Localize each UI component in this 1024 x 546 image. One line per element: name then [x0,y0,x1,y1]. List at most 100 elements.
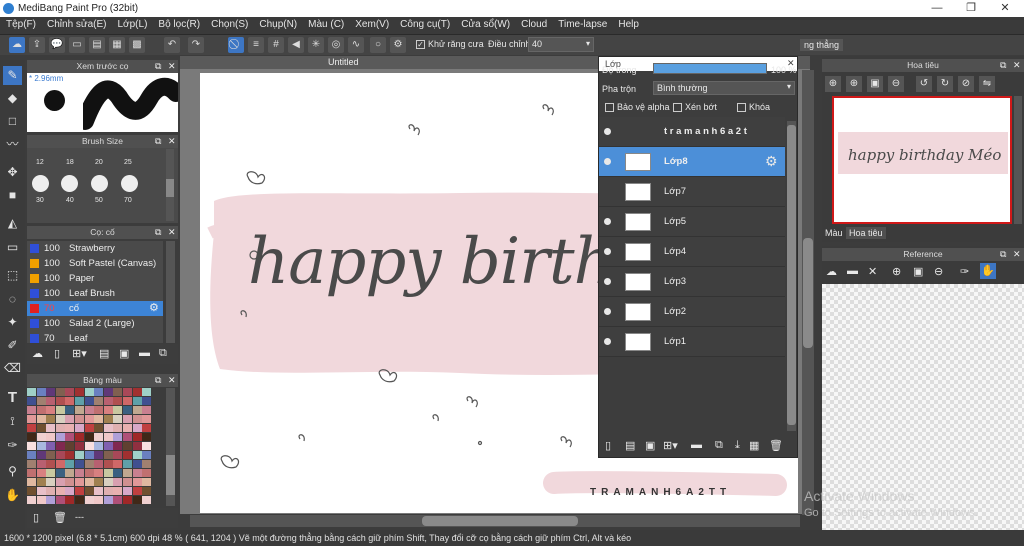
palette-swatch[interactable] [36,406,46,414]
fit-screen-icon[interactable]: ▣ [867,76,883,92]
palette-swatch[interactable] [75,406,84,414]
palette-swatch[interactable] [103,388,113,396]
add-brush-icon[interactable]: ⊞▾ [72,347,87,360]
palette-swatch[interactable] [103,442,113,450]
palette-swatch[interactable] [27,478,36,486]
palette-swatch[interactable] [142,442,152,450]
select-tool-icon[interactable]: ⬚ [3,266,22,285]
size-dot-50[interactable] [91,175,108,192]
palette-swatch[interactable] [27,496,36,504]
palette-swatch[interactable] [75,415,84,423]
folder-icon[interactable]: ▬ [139,347,150,359]
brush-item[interactable]: 100 Soft Pastel (Canvas) [27,256,163,271]
palette-swatch[interactable] [36,397,46,405]
palette-swatch[interactable] [103,424,113,432]
palette-swatch[interactable] [36,469,46,477]
brush-item[interactable]: 100 Paper [27,271,163,286]
redo-icon[interactable]: ↷ [188,37,204,53]
palette-swatch[interactable] [132,388,142,396]
palette-swatch[interactable] [132,397,142,405]
palette-swatch[interactable] [55,442,65,450]
palette-swatch[interactable] [46,442,56,450]
palette-swatch[interactable] [84,478,94,486]
palette-swatch[interactable] [27,424,36,432]
layer-row[interactable]: Lớp1 [599,327,785,357]
palette-swatch[interactable] [123,424,132,432]
palette-swatch[interactable] [55,460,65,468]
ref-fit-icon[interactable]: ▣ [913,265,923,278]
palette-swatch[interactable] [113,469,123,477]
size-label-20[interactable]: 20 [95,159,103,166]
palette-swatch[interactable] [113,406,123,414]
palette-swatch[interactable] [132,433,142,441]
radial-snap-icon[interactable]: ✳ [308,37,324,53]
palette-swatch[interactable] [36,487,46,495]
palette-swatch[interactable] [55,469,65,477]
palette-swatch[interactable] [103,406,113,414]
size-dot-30[interactable] [32,175,49,192]
palette-swatch[interactable] [36,388,46,396]
palette-swatch[interactable] [55,397,65,405]
close-icon[interactable]: ✕ [1013,248,1021,261]
visibility-icon[interactable] [604,128,611,135]
menu-window[interactable]: Cửa sổ(W) [455,17,515,30]
palette-swatch[interactable] [123,478,132,486]
palette-swatch[interactable] [132,496,142,504]
text-tool-icon[interactable]: T [3,388,22,407]
zoom-in-icon[interactable]: ⊕ [846,76,862,92]
curve-snap-icon[interactable]: ∿ [348,37,364,53]
add-color-icon[interactable]: ▯ [33,511,39,524]
layer-settings-icon[interactable]: ▦ [749,439,759,452]
menu-filter[interactable]: Bộ lọc(R) [152,17,205,30]
brush-item[interactable]: 100 Strawberry [27,241,163,256]
palette-swatch[interactable] [46,406,56,414]
palette-swatch[interactable] [27,451,36,459]
palette-swatch[interactable] [36,451,46,459]
palette-swatch[interactable] [142,451,152,459]
eraser-tool-icon[interactable]: ◆ [3,89,22,108]
palette-swatch[interactable] [46,460,56,468]
palette-swatch[interactable] [75,460,84,468]
blend-select[interactable]: Bình thường ▾ [653,81,795,95]
move-tool-icon[interactable]: ✥ [3,163,22,182]
close-icon[interactable]: ✕ [168,135,176,148]
palette-swatch[interactable] [55,424,65,432]
palette-swatch[interactable] [55,496,65,504]
palette-swatch[interactable] [27,388,36,396]
navigator-preview[interactable]: happy birthday Méo [832,96,1012,224]
curve-tool-icon[interactable]: 〰 [3,135,22,154]
palette-swatch[interactable] [84,487,94,495]
popout-icon[interactable]: ⧉ [1000,59,1006,72]
undo-icon[interactable]: ↶ [164,37,180,53]
palette-swatch[interactable] [84,460,94,468]
size-dot-40[interactable] [61,175,78,192]
palette-swatch[interactable] [27,415,36,423]
palette-swatch[interactable] [142,388,152,396]
delete-color-icon[interactable]: 🗑 [53,511,67,524]
menu-select[interactable]: Chọn(S) [205,17,253,30]
menu-file[interactable]: Tệp(F) [0,17,41,30]
palette-swatch[interactable] [65,406,75,414]
palette-swatch[interactable] [27,397,36,405]
size-label-12[interactable]: 12 [36,159,44,166]
operation-tool-icon[interactable]: ⟟ [3,412,22,431]
minimize-button[interactable]: — [920,0,954,17]
layer-row[interactable]: Lớp5 [599,207,785,237]
size-dot-70[interactable] [121,175,138,192]
palette-swatch[interactable] [123,397,132,405]
palette-swatch[interactable] [46,469,56,477]
palette-swatch[interactable] [142,496,152,504]
palette-swatch[interactable] [65,424,75,432]
magic-wand-tool-icon[interactable]: ✦ [3,313,22,332]
palette-swatch[interactable] [123,433,132,441]
palette-swatch[interactable] [36,496,46,504]
palette-swatch[interactable] [46,397,56,405]
palette-swatch[interactable] [123,388,132,396]
size-label-25[interactable]: 25 [124,159,132,166]
rotate-right-icon[interactable]: ↻ [937,76,953,92]
brush-item[interactable]: 100 Leaf Brush [27,286,163,301]
palette-swatch[interactable] [142,433,152,441]
palette-swatch[interactable] [75,478,84,486]
palette-swatch[interactable] [75,442,84,450]
palette-swatch[interactable] [113,433,123,441]
